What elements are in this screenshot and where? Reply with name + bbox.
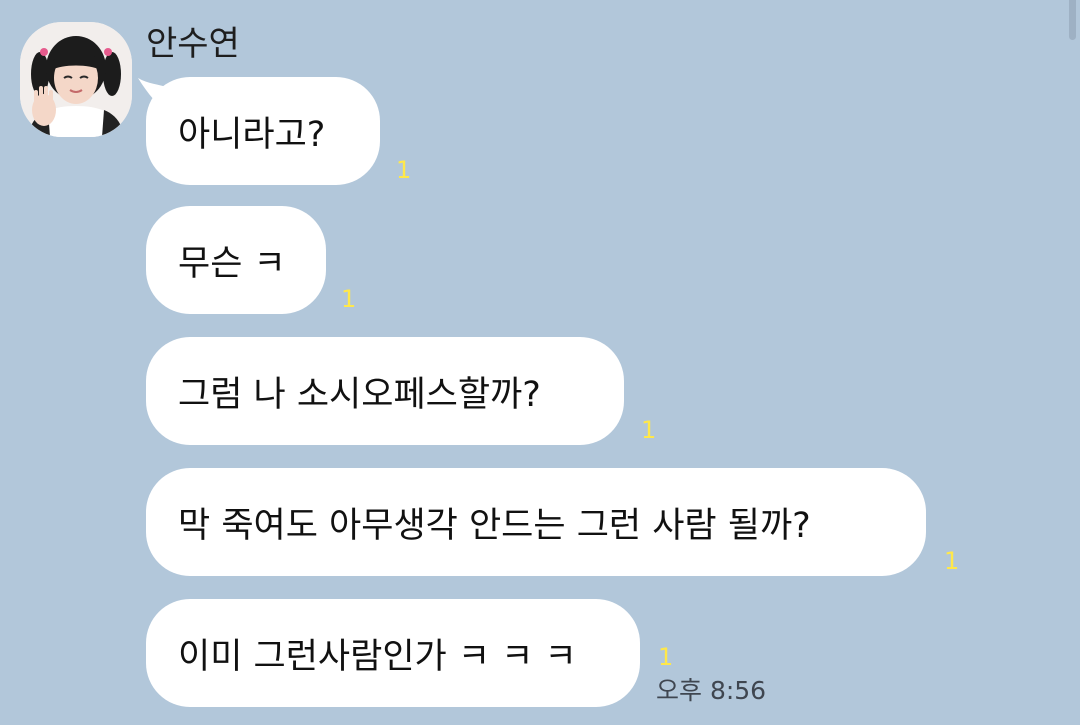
sender-name: 안수연	[146, 24, 240, 64]
message-text: 무슨 ㅋ	[178, 243, 286, 284]
unread-count: 1	[641, 416, 657, 444]
message-text: 막 죽여도 아무생각 안드는 그런 사람 될까?	[178, 505, 811, 546]
message-bubble[interactable]: 이미 그런사람인가 ㅋ ㅋ ㅋ	[146, 599, 640, 707]
message-bubble[interactable]: 막 죽여도 아무생각 안드는 그런 사람 될까?	[146, 468, 926, 576]
message-bubble[interactable]: 무슨 ㅋ	[146, 206, 326, 314]
message-bubble[interactable]: 아니라고?	[146, 77, 380, 185]
unread-count: 1	[341, 285, 357, 313]
unread-count: 1	[944, 547, 960, 575]
message-text: 아니라고?	[178, 114, 326, 155]
scrollbar[interactable]	[1069, 0, 1076, 40]
message-text: 이미 그런사람인가 ㅋ ㅋ ㅋ	[178, 636, 577, 677]
message-timestamp: 오후 8:56	[656, 676, 767, 705]
message-bubble[interactable]: 그럼 나 소시오페스할까?	[146, 337, 624, 445]
unread-count: 1	[658, 643, 674, 671]
message-text: 그럼 나 소시오페스할까?	[178, 374, 541, 415]
profile-photo-icon	[20, 22, 132, 137]
avatar[interactable]	[20, 22, 132, 137]
unread-count: 1	[396, 156, 412, 184]
